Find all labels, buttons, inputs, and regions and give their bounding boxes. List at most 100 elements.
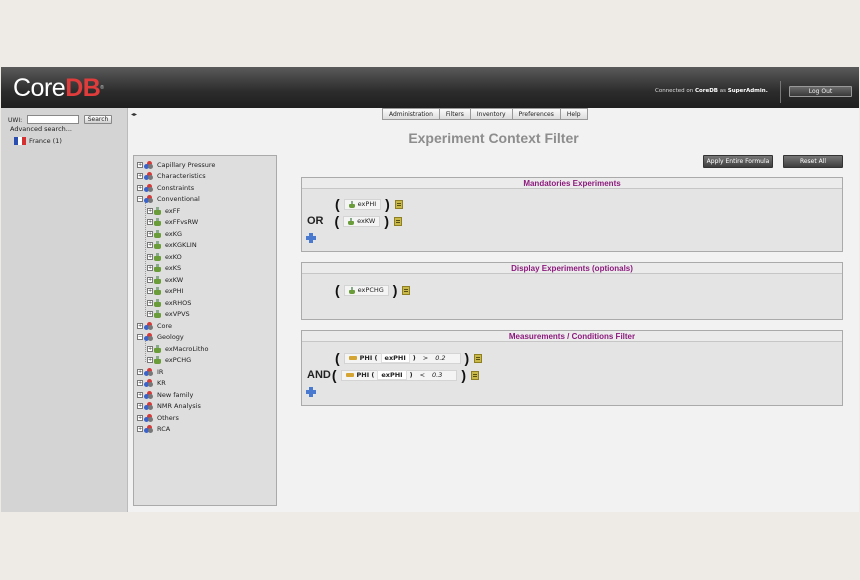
expand-icon[interactable]: + bbox=[137, 322, 143, 329]
expand-icon[interactable]: + bbox=[147, 357, 153, 363]
add-icon[interactable] bbox=[306, 233, 316, 243]
operator-and[interactable]: AND bbox=[307, 369, 331, 381]
tree-item[interactable]: − Conventional bbox=[137, 194, 200, 205]
uwi-input[interactable] bbox=[27, 115, 79, 124]
page-title: Experiment Context Filter bbox=[408, 130, 579, 146]
delete-icon[interactable] bbox=[394, 216, 403, 226]
expand-icon[interactable]: + bbox=[147, 265, 153, 271]
family-icon bbox=[144, 425, 153, 433]
tree-item[interactable]: + exFF bbox=[147, 205, 180, 216]
experiment-icon bbox=[154, 264, 161, 272]
tree-item[interactable]: + exKS bbox=[147, 263, 181, 274]
tree-item[interactable]: − Geology bbox=[137, 332, 184, 343]
expand-icon[interactable]: + bbox=[147, 299, 153, 306]
measurement-chip[interactable]: PHI ( exPHI ) > 0.2 bbox=[343, 352, 461, 364]
tree-item[interactable]: + New family bbox=[137, 389, 193, 400]
delete-icon[interactable] bbox=[471, 370, 480, 380]
expand-icon[interactable]: + bbox=[147, 311, 153, 317]
expand-icon[interactable]: + bbox=[147, 288, 153, 294]
expand-icon[interactable]: + bbox=[147, 242, 153, 248]
tree-item[interactable]: + NMR Analysis bbox=[137, 401, 201, 412]
tree-item[interactable]: + exVPVS bbox=[147, 309, 190, 320]
family-icon bbox=[144, 390, 153, 399]
collapse-icon[interactable]: − bbox=[137, 334, 143, 340]
tab-help[interactable]: Help bbox=[560, 108, 588, 120]
expand-icon[interactable]: + bbox=[147, 230, 153, 237]
experiment-chip[interactable]: exKW bbox=[343, 215, 381, 227]
expand-icon[interactable]: + bbox=[137, 173, 143, 179]
expand-icon[interactable]: + bbox=[147, 207, 153, 214]
expand-icon[interactable]: + bbox=[137, 426, 143, 432]
tree-item[interactable]: + KR bbox=[137, 378, 166, 389]
close-paren: ) bbox=[384, 213, 390, 229]
tree-item[interactable]: + Core bbox=[137, 320, 172, 331]
tree-item[interactable]: + exFFvsRW bbox=[147, 217, 198, 228]
experiment-chip[interactable]: exPHI bbox=[343, 198, 382, 210]
tree-item[interactable]: + exKW bbox=[147, 274, 183, 285]
tab-filters[interactable]: Filters bbox=[439, 108, 471, 120]
tree-item[interactable]: + Characteristics bbox=[137, 171, 206, 182]
tree-item[interactable]: + exRHOS bbox=[147, 297, 191, 308]
apply-formula-button[interactable]: Apply Entire Formula bbox=[703, 155, 773, 168]
top-menu-tabs: Administration Filters Inventory Prefere… bbox=[382, 108, 588, 120]
expand-icon[interactable]: + bbox=[137, 184, 143, 191]
experiment-icon bbox=[154, 241, 161, 249]
operator-or[interactable]: OR bbox=[307, 215, 324, 227]
collapse-sidebar-icon[interactable]: ◂▸ bbox=[131, 111, 137, 118]
collapse-icon[interactable]: − bbox=[137, 196, 143, 202]
tree-item[interactable]: + RCA bbox=[137, 424, 170, 435]
delete-icon[interactable] bbox=[394, 199, 403, 209]
experiment-chip[interactable]: exPCHG bbox=[343, 284, 389, 296]
tree-item[interactable]: + exPCHG bbox=[147, 355, 191, 366]
tab-preferences[interactable]: Preferences bbox=[512, 108, 561, 120]
expand-icon[interactable]: + bbox=[137, 414, 143, 421]
measurement-chip[interactable]: PHI ( exPHI ) < 0.3 bbox=[340, 369, 458, 381]
tab-inventory[interactable]: Inventory bbox=[470, 108, 513, 120]
tree-item[interactable]: + exKGKLIN bbox=[147, 240, 197, 251]
expand-icon[interactable]: + bbox=[147, 219, 153, 225]
delete-icon[interactable] bbox=[402, 285, 411, 295]
logout-button[interactable]: Log Out bbox=[789, 86, 852, 97]
family-icon bbox=[144, 379, 153, 387]
add-icon[interactable] bbox=[306, 387, 316, 397]
expand-icon[interactable]: + bbox=[137, 368, 143, 375]
expand-icon[interactable]: + bbox=[147, 253, 153, 260]
experiment-icon bbox=[154, 356, 161, 364]
tab-administration[interactable]: Administration bbox=[382, 108, 440, 120]
tree-item[interactable]: + Constraints bbox=[137, 182, 194, 193]
experiment-tree: + Capillary Pressure + Characteristics + Co… bbox=[133, 155, 277, 506]
tree-item[interactable]: + Others bbox=[137, 412, 179, 423]
tree-item[interactable]: + exMacroLitho bbox=[147, 343, 208, 354]
open-paren: ( bbox=[335, 282, 340, 298]
reset-all-button[interactable]: Reset All bbox=[783, 155, 843, 168]
app-header: CoreDB® Connected on CoreDB as SuperAdmi… bbox=[1, 67, 859, 108]
close-paren: ) bbox=[464, 350, 470, 366]
measurements-filter-panel: Measurements / Conditions Filter ( PHI (… bbox=[301, 330, 843, 406]
expand-icon[interactable]: + bbox=[137, 391, 143, 398]
family-icon bbox=[144, 195, 153, 203]
close-paren: ) bbox=[392, 282, 398, 298]
experiment-icon bbox=[154, 275, 161, 284]
section-title: Measurements / Conditions Filter bbox=[302, 331, 842, 342]
experiment-icon bbox=[154, 252, 161, 261]
expand-icon[interactable]: + bbox=[137, 380, 143, 386]
section-title: Display Experiments (optionals) bbox=[302, 263, 842, 274]
family-icon bbox=[144, 321, 153, 330]
country-item-france[interactable]: France (1) bbox=[14, 137, 62, 145]
expand-icon[interactable]: + bbox=[137, 403, 143, 409]
delete-icon[interactable] bbox=[474, 353, 483, 363]
advanced-search-link[interactable]: Advanced search... bbox=[10, 125, 72, 133]
france-flag-icon bbox=[14, 137, 26, 145]
close-paren: ) bbox=[385, 196, 390, 212]
tree-item[interactable]: + exKG bbox=[147, 228, 182, 239]
tree-item[interactable]: + exKO bbox=[147, 251, 182, 262]
tree-item[interactable]: + Capillary Pressure bbox=[137, 159, 215, 170]
expand-icon[interactable]: + bbox=[137, 161, 143, 168]
expand-icon[interactable]: + bbox=[147, 345, 153, 352]
search-button[interactable]: Search bbox=[84, 115, 112, 124]
tree-item[interactable]: + IR bbox=[137, 366, 163, 377]
family-icon bbox=[144, 413, 153, 422]
family-icon bbox=[144, 160, 153, 169]
tree-item[interactable]: + exPHI bbox=[147, 286, 183, 297]
expand-icon[interactable]: + bbox=[147, 276, 153, 283]
